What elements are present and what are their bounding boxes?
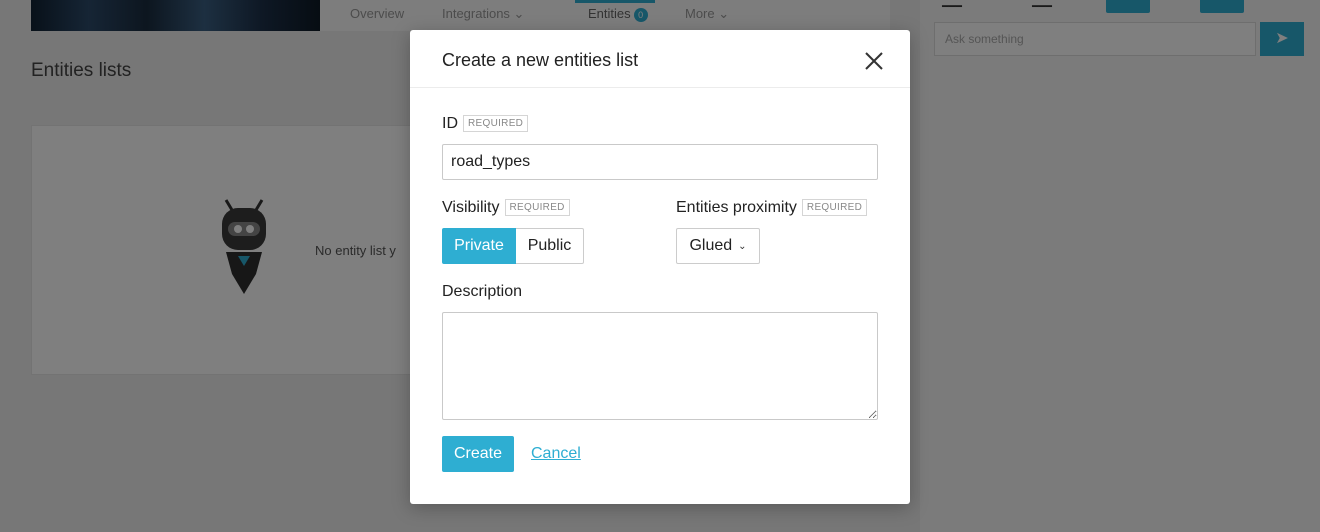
close-icon[interactable] bbox=[862, 49, 886, 73]
proximity-field-label: Entities proximity REQUIRED bbox=[676, 199, 868, 217]
description-textarea[interactable] bbox=[442, 312, 878, 420]
create-button[interactable]: Create bbox=[442, 436, 514, 472]
dialog-title: Create a new entities list bbox=[442, 50, 639, 70]
dialog-header: Create a new entities list bbox=[410, 30, 910, 88]
visibility-private-button[interactable]: Private bbox=[442, 228, 516, 264]
id-required-badge: REQUIRED bbox=[463, 115, 529, 133]
id-input[interactable] bbox=[442, 144, 878, 180]
proximity-dropdown[interactable]: Glued ⌄ bbox=[676, 228, 760, 264]
visibility-label-text: Visibility bbox=[442, 199, 500, 216]
id-label-text: ID bbox=[442, 115, 458, 132]
create-entities-list-dialog: Create a new entities list ID REQUIRED Vi… bbox=[410, 30, 910, 504]
proximity-label-text: Entities proximity bbox=[676, 199, 797, 216]
visibility-required-badge: REQUIRED bbox=[504, 199, 570, 217]
visibility-public-button[interactable]: Public bbox=[516, 228, 584, 264]
description-field-label: Description bbox=[442, 283, 523, 300]
visibility-toggle: Private Public bbox=[442, 228, 584, 264]
cancel-link[interactable]: Cancel bbox=[531, 445, 581, 463]
chevron-down-icon: ⌄ bbox=[738, 240, 747, 252]
visibility-field-label: Visibility REQUIRED bbox=[442, 199, 570, 217]
proximity-required-badge: REQUIRED bbox=[801, 199, 868, 217]
id-field-label: ID REQUIRED bbox=[442, 115, 529, 133]
proximity-selected-value: Glued bbox=[689, 237, 733, 254]
